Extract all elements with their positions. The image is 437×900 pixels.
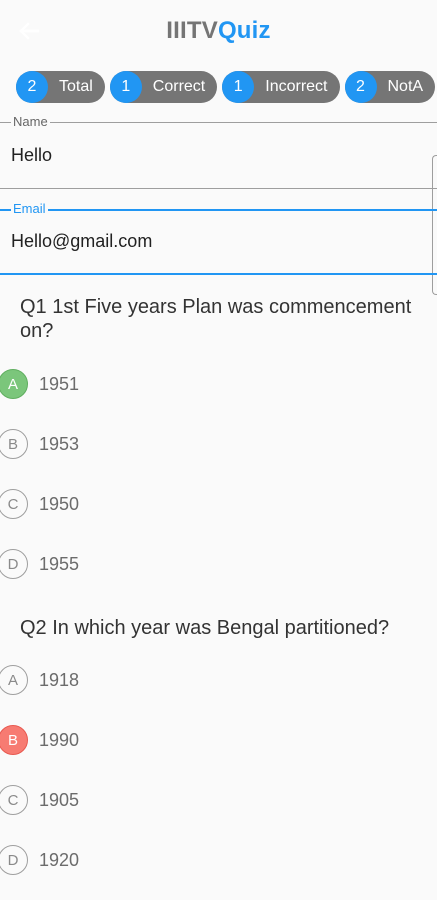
q1-option-c[interactable]: C 1950	[0, 488, 300, 520]
q1-option-d[interactable]: D 1955	[0, 548, 300, 580]
field-border	[0, 273, 437, 275]
chip-count: 1	[109, 71, 142, 103]
option-letter-badge: D	[0, 845, 28, 875]
name-field[interactable]: Name Hello	[0, 114, 437, 295]
q1-option-b[interactable]: B 1953	[0, 428, 300, 460]
q2-option-d[interactable]: D 1920	[0, 844, 300, 876]
chip-nota[interactable]: 2 NotA	[344, 71, 436, 103]
option-text: 1918	[39, 669, 80, 690]
option-letter-badge: B	[0, 429, 28, 459]
option-letter-badge: C	[0, 785, 28, 815]
option-text: 1951	[39, 373, 80, 394]
stats-chips: 2 Total 1 Correct 1 Incorrect 2 NotA	[16, 71, 437, 103]
chip-incorrect[interactable]: 1 Incorrect	[222, 71, 340, 103]
app-title-part2: Quiz	[217, 17, 271, 44]
q2-option-c[interactable]: C 1905	[0, 784, 300, 816]
chip-total[interactable]: 2 Total	[16, 71, 105, 103]
app-bar: IIITVQuiz	[0, 0, 437, 62]
option-letter-badge: A	[0, 369, 28, 399]
chip-correct[interactable]: 1 Correct	[109, 71, 218, 103]
option-text: 1955	[39, 553, 80, 574]
field-border	[0, 209, 437, 211]
option-text: 1905	[39, 789, 80, 810]
question-1: Q1 1st Five years Plan was commencement …	[20, 296, 412, 342]
question-2: Q2 In which year was Bengal partitioned?	[20, 617, 390, 639]
chip-count: 2	[344, 71, 377, 103]
name-input[interactable]: Hello	[11, 145, 52, 166]
option-text: 1953	[39, 433, 80, 454]
field-border	[0, 122, 437, 123]
option-text: 1950	[39, 493, 80, 514]
option-letter-badge: D	[0, 549, 28, 579]
field-border	[0, 188, 437, 189]
email-field[interactable]: Email Hello@gmail.com	[0, 201, 437, 275]
option-letter-badge: A	[0, 665, 28, 695]
name-label: Name	[11, 114, 50, 129]
chip-count: 1	[222, 71, 255, 103]
chip-label: Correct	[152, 78, 206, 95]
q1-option-a[interactable]: A 1951	[0, 368, 300, 400]
q2-option-a[interactable]: A 1918	[0, 664, 300, 696]
chip-count: 2	[16, 71, 48, 103]
email-input[interactable]: Hello@gmail.com	[11, 231, 152, 252]
chip-label: Incorrect	[265, 78, 328, 95]
option-text: 1920	[39, 849, 80, 870]
option-letter-badge: C	[0, 489, 28, 519]
option-letter-badge: B	[0, 725, 28, 755]
email-label: Email	[11, 201, 48, 216]
quiz-screen: IIITVQuiz 2 Total 1 Correct 1 Incorrect …	[0, 0, 437, 900]
option-text: 1990	[39, 729, 80, 750]
chip-label: Total	[59, 78, 93, 95]
app-title-part1: IIITV	[166, 17, 218, 44]
chip-label: NotA	[387, 78, 424, 95]
app-title: IIITVQuiz	[0, 17, 437, 45]
q2-option-b[interactable]: B 1990	[0, 724, 300, 756]
